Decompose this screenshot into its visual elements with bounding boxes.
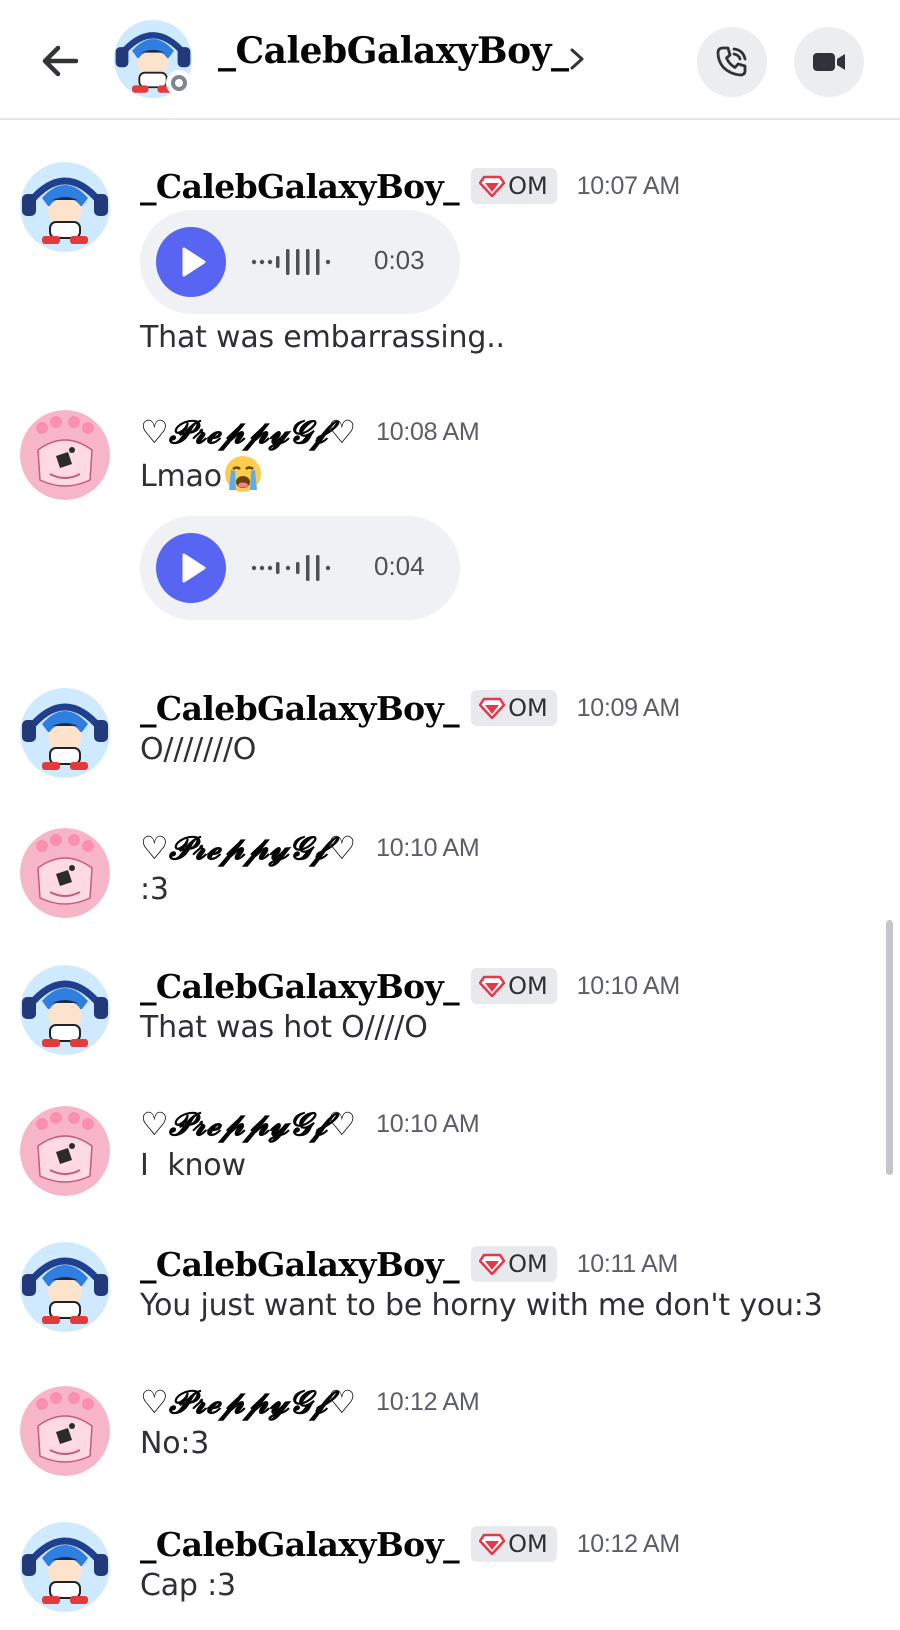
- message-text-content: Lmao: [140, 459, 222, 494]
- badge-label: OM: [508, 694, 548, 722]
- timestamp: 10:12 AM: [376, 1387, 480, 1416]
- message-text: I know: [140, 1148, 246, 1183]
- username[interactable]: ♡𝓟𝓻𝓮𝓹𝓹𝔂𝓖𝓯♡: [140, 1105, 356, 1144]
- username[interactable]: _CalebGalaxyBoy_: [140, 1245, 460, 1284]
- username[interactable]: _CalebGalaxyBoy_: [140, 689, 460, 728]
- message-text: :3: [140, 872, 169, 907]
- user-avatar-preppy[interactable]: [20, 1106, 110, 1196]
- waveform-icon: [251, 555, 331, 581]
- offline-status-indicator: [166, 70, 192, 96]
- play-button[interactable]: [156, 227, 226, 297]
- user-avatar-caleb[interactable]: [20, 688, 110, 778]
- username[interactable]: _CalebGalaxyBoy_: [140, 967, 460, 1006]
- message-header: ♡𝓟𝓻𝓮𝓹𝓹𝔂𝓖𝓯♡ 10:12 AM: [140, 1380, 480, 1424]
- gem-icon: [479, 1533, 506, 1555]
- loudly-crying-face-emoji: [224, 456, 261, 492]
- message-text: Cap :3: [140, 1568, 236, 1603]
- message-header: _CalebGalaxyBoy_ OM 10:09 AM: [140, 686, 680, 730]
- voice-duration: 0:04: [374, 551, 425, 581]
- timestamp: 10:11 AM: [576, 1249, 679, 1278]
- user-avatar-caleb[interactable]: [20, 1242, 110, 1332]
- badge-label: OM: [508, 1530, 548, 1558]
- voice-message: 0:04: [140, 516, 460, 620]
- message-header: _CalebGalaxyBoy_ OM 10:10 AM: [140, 964, 680, 1008]
- message-text: You just want to be horny with me don't …: [140, 1288, 823, 1323]
- user-avatar-preppy[interactable]: [20, 828, 110, 918]
- timestamp: 10:10 AM: [376, 833, 480, 862]
- arrow-left-icon: [42, 45, 79, 77]
- message-header: _CalebGalaxyBoy_ OM 10:07 AM: [140, 164, 680, 208]
- message-text: No:3: [140, 1426, 210, 1461]
- phone-call-icon: [716, 46, 747, 77]
- voice-message: 0:03: [140, 210, 460, 314]
- play-icon: [182, 553, 206, 583]
- guild-tag-badge[interactable]: OM: [471, 1526, 557, 1562]
- username[interactable]: ♡𝓟𝓻𝓮𝓹𝓹𝔂𝓖𝓯♡: [140, 1383, 356, 1422]
- message-header: ♡𝓟𝓻𝓮𝓹𝓹𝔂𝓖𝓯♡ 10:10 AM: [140, 826, 480, 870]
- message-text: That was hot O////O: [140, 1010, 428, 1045]
- username[interactable]: ♡𝓟𝓻𝓮𝓹𝓹𝔂𝓖𝓯♡: [140, 829, 356, 868]
- message-text: O///////O: [140, 732, 257, 767]
- guild-tag-badge[interactable]: OM: [471, 1246, 557, 1282]
- chevron-right-icon[interactable]: [566, 44, 588, 74]
- guild-tag-badge[interactable]: OM: [471, 168, 557, 204]
- gem-icon: [479, 1253, 506, 1275]
- message-header: _CalebGalaxyBoy_ OM 10:12 AM: [140, 1522, 680, 1566]
- username[interactable]: _CalebGalaxyBoy_: [140, 1525, 460, 1564]
- timestamp: 10:07 AM: [576, 171, 681, 200]
- waveform-icon: [251, 249, 331, 275]
- gem-icon: [479, 697, 506, 719]
- voice-call-button[interactable]: [697, 27, 767, 97]
- user-avatar-caleb[interactable]: [20, 1522, 110, 1612]
- scrollbar[interactable]: [886, 920, 893, 1175]
- badge-label: OM: [508, 172, 548, 200]
- user-avatar-preppy[interactable]: [20, 1386, 110, 1476]
- video-call-button[interactable]: [794, 27, 864, 97]
- voice-duration: 0:03: [374, 245, 425, 275]
- video-camera-icon: [813, 53, 845, 71]
- channel-name[interactable]: _CalebGalaxyBoy_: [218, 30, 569, 72]
- timestamp: 10:08 AM: [376, 417, 480, 446]
- back-button[interactable]: [36, 36, 86, 86]
- message-header: _CalebGalaxyBoy_ OM 10:11 AM: [140, 1242, 678, 1286]
- user-avatar-preppy[interactable]: [20, 410, 110, 500]
- message-text: Lmao: [140, 454, 263, 494]
- gem-icon: [479, 975, 506, 997]
- timestamp: 10:10 AM: [576, 971, 681, 1000]
- gem-icon: [479, 175, 506, 197]
- message-header: ♡𝓟𝓻𝓮𝓹𝓹𝔂𝓖𝓯♡ 10:08 AM: [140, 410, 480, 454]
- chat-header: _CalebGalaxyBoy_: [0, 0, 900, 120]
- guild-tag-badge[interactable]: OM: [471, 968, 557, 1004]
- username[interactable]: _CalebGalaxyBoy_: [140, 167, 460, 206]
- user-avatar-caleb[interactable]: [20, 162, 110, 252]
- guild-tag-badge[interactable]: OM: [471, 690, 557, 726]
- timestamp: 10:10 AM: [376, 1109, 480, 1138]
- play-icon: [182, 247, 206, 277]
- badge-label: OM: [508, 972, 548, 1000]
- play-button[interactable]: [156, 533, 226, 603]
- message-text: That was embarrassing..: [140, 320, 505, 355]
- user-avatar-caleb[interactable]: [20, 965, 110, 1055]
- timestamp: 10:12 AM: [576, 1529, 681, 1558]
- badge-label: OM: [508, 1250, 548, 1278]
- message-header: ♡𝓟𝓻𝓮𝓹𝓹𝔂𝓖𝓯♡ 10:10 AM: [140, 1102, 480, 1146]
- username[interactable]: ♡𝓟𝓻𝓮𝓹𝓹𝔂𝓖𝓯♡: [140, 413, 356, 452]
- timestamp: 10:09 AM: [576, 693, 681, 722]
